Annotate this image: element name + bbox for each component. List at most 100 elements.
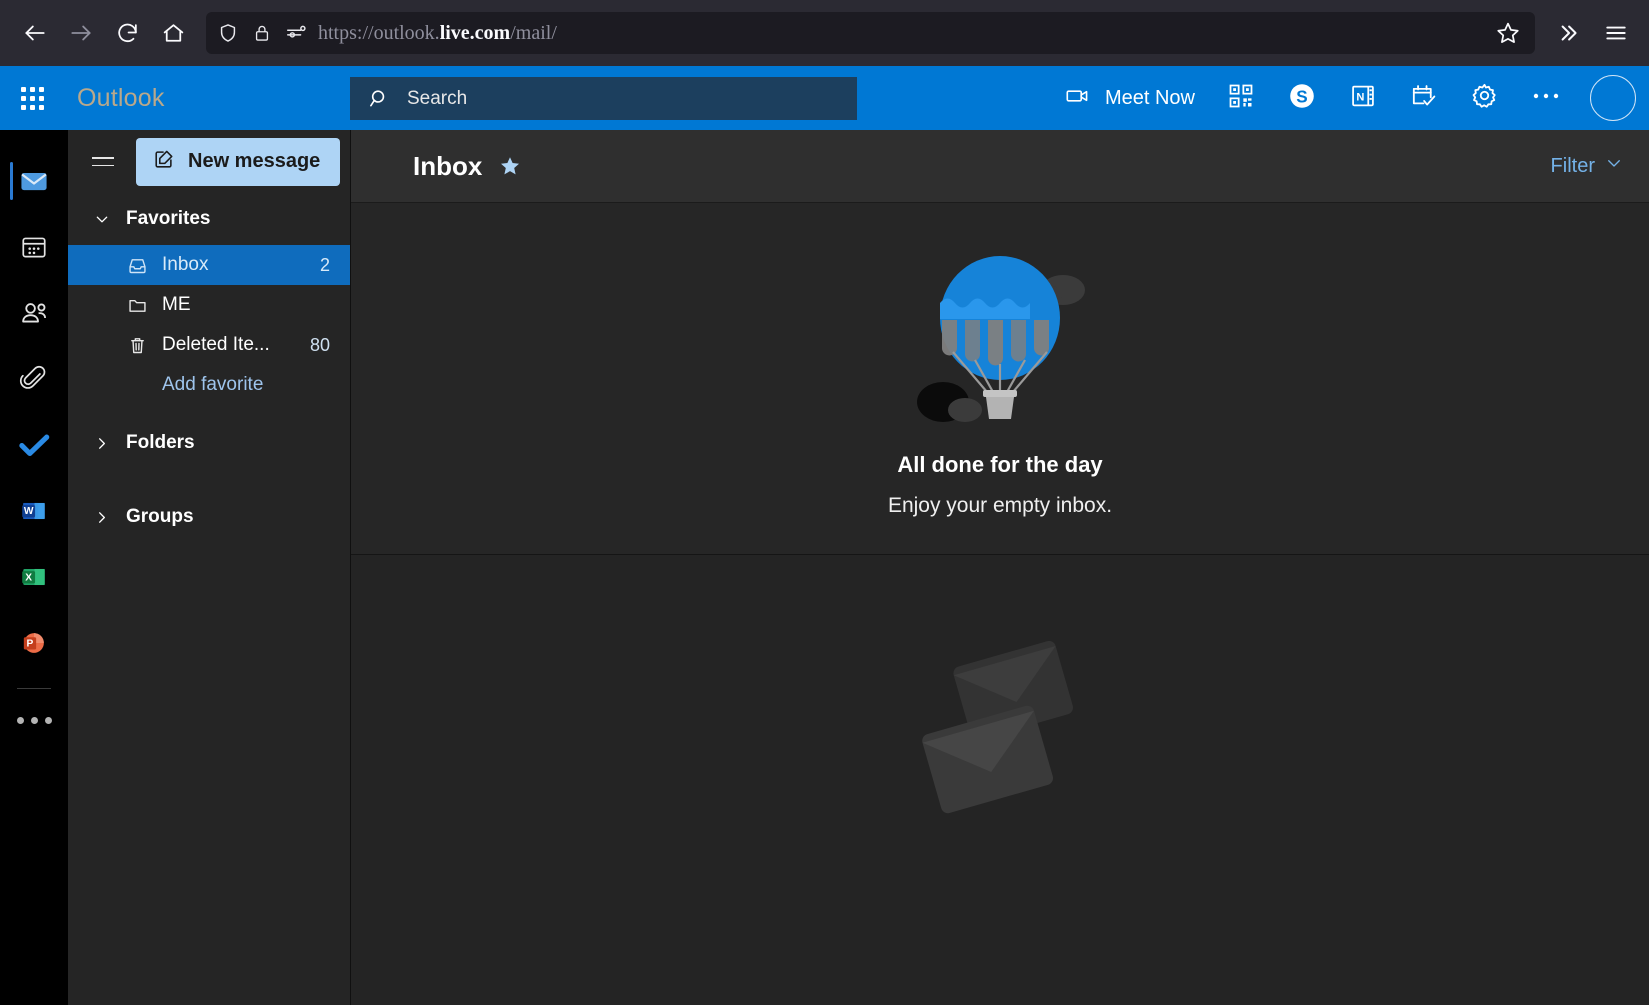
- folder-pane: New message Favorites Inbox 2 ME Deleted…: [68, 130, 350, 1005]
- bookmark-star-icon[interactable]: [1491, 16, 1525, 50]
- video-camera-icon: [1063, 81, 1093, 116]
- url-text[interactable]: https://outlook.live.com/mail/: [318, 22, 1481, 45]
- rail-item-people[interactable]: [0, 280, 68, 346]
- paperclip-icon: [19, 365, 46, 389]
- word-icon: W: [22, 502, 45, 520]
- suite-header: Outlook Search Meet Now S N: [0, 66, 1649, 130]
- avatar: [1590, 75, 1636, 121]
- chevron-down-icon: [1605, 154, 1623, 178]
- overflow-chevrons-icon[interactable]: [1549, 14, 1587, 52]
- nav-toggle-icon[interactable]: [82, 141, 124, 183]
- folder-name: Inbox: [162, 254, 209, 275]
- qr-code-button[interactable]: [1211, 66, 1271, 130]
- rail-item-word[interactable]: W: [0, 478, 68, 544]
- checkmark-icon: [19, 434, 50, 457]
- rail-item-calendar[interactable]: [0, 214, 68, 280]
- folder-item-inbox[interactable]: Inbox 2: [68, 245, 350, 285]
- inbox-icon: [126, 255, 148, 276]
- new-message-button[interactable]: New message: [136, 137, 341, 186]
- meet-now-label: Meet Now: [1104, 86, 1195, 109]
- url-prefix: https://outlook.: [318, 21, 440, 44]
- gear-icon: [1470, 81, 1499, 115]
- folder-item-deleted-items[interactable]: Deleted Ite... 80: [68, 325, 350, 365]
- message-list-empty-state: All done for the day Enjoy your empty in…: [351, 203, 1649, 555]
- rail-item-excel[interactable]: X: [0, 544, 68, 610]
- empty-state-title: All done for the day: [897, 451, 1103, 477]
- folder-icon: [126, 295, 148, 316]
- todo-calendar-check-icon: [1409, 81, 1438, 115]
- skype-icon: S: [1287, 81, 1317, 116]
- more-options-button[interactable]: [1515, 66, 1577, 130]
- back-button[interactable]: [14, 12, 56, 54]
- groups-label: Groups: [126, 506, 194, 527]
- main-column: Inbox Filter All done for the day Enjoy …: [350, 130, 1649, 1005]
- onenote-button[interactable]: N: [1333, 66, 1393, 130]
- compose-pencil-icon: [153, 148, 175, 176]
- ellipsis-icon: [1531, 89, 1561, 107]
- rail-item-to-do[interactable]: [0, 412, 68, 478]
- rail-item-files[interactable]: [0, 346, 68, 412]
- folder-name: ME: [162, 294, 191, 315]
- app-rail: W X P: [0, 130, 68, 1005]
- search-placeholder: Search: [407, 87, 468, 109]
- forward-button[interactable]: [60, 12, 102, 54]
- calendar-icon: [22, 237, 46, 258]
- svg-text:N: N: [1356, 91, 1364, 103]
- reading-pane: [351, 555, 1649, 1005]
- chevron-right-icon: [94, 509, 110, 526]
- people-icon: [22, 303, 46, 323]
- meet-now-button[interactable]: Meet Now: [1047, 66, 1211, 130]
- filter-label: Filter: [1550, 154, 1595, 177]
- browser-window: https://outlook.live.com/mail/ Outlook S…: [0, 0, 1649, 1005]
- onenote-icon: N: [1349, 82, 1377, 115]
- filter-button[interactable]: Filter: [1551, 154, 1623, 178]
- compose-row: New message: [68, 130, 350, 193]
- qr-code-icon: [1227, 82, 1255, 115]
- rail-divider: [17, 688, 51, 689]
- browser-chrome-right: [1549, 14, 1635, 52]
- outlook-brand-label[interactable]: Outlook: [77, 84, 165, 113]
- powerpoint-icon: P: [23, 633, 44, 653]
- url-suffix: /mail/: [510, 21, 557, 44]
- folder-count: 80: [309, 334, 330, 355]
- message-list-header: Inbox Filter: [351, 130, 1649, 203]
- two-envelopes-icon: [900, 625, 1100, 830]
- rail-more-apps-button[interactable]: [16, 695, 52, 745]
- suite-header-actions: Meet Now S N: [1047, 66, 1649, 130]
- svg-text:W: W: [24, 506, 34, 517]
- rail-item-powerpoint[interactable]: P: [0, 610, 68, 676]
- hamburger-menu-icon[interactable]: [1597, 14, 1635, 52]
- mail-envelope-icon: [21, 173, 47, 191]
- folder-count: 2: [319, 254, 330, 275]
- skype-button[interactable]: S: [1271, 66, 1333, 130]
- favorites-label: Favorites: [126, 208, 211, 229]
- rail-item-mail[interactable]: [0, 148, 68, 214]
- home-button[interactable]: [152, 12, 194, 54]
- folder-name: Deleted Ite...: [162, 334, 270, 355]
- chevron-right-icon: [94, 435, 110, 452]
- app-launcher-waffle-icon[interactable]: [0, 66, 64, 130]
- folders-label: Folders: [126, 432, 195, 453]
- svg-text:S: S: [1296, 86, 1307, 106]
- svg-text:P: P: [27, 638, 34, 649]
- page-title: Inbox: [413, 150, 483, 181]
- app-body: W X P New message Favorites Inbox 2 ME D…: [0, 130, 1649, 1005]
- search-input[interactable]: Search: [350, 77, 857, 120]
- settings-button[interactable]: [1454, 66, 1515, 130]
- account-avatar-button[interactable]: [1577, 66, 1649, 130]
- lock-icon[interactable]: [250, 21, 274, 45]
- folder-item-me[interactable]: ME: [68, 285, 350, 325]
- groups-section-header[interactable]: Groups: [68, 491, 350, 543]
- shield-icon[interactable]: [216, 21, 240, 45]
- to-do-button[interactable]: [1393, 66, 1454, 130]
- search-icon: [368, 87, 391, 110]
- browser-toolbar: https://outlook.live.com/mail/: [0, 0, 1649, 66]
- folders-section-header[interactable]: Folders: [68, 417, 350, 469]
- url-domain: live.com: [439, 21, 511, 44]
- reload-button[interactable]: [106, 12, 148, 54]
- favorites-section-header[interactable]: Favorites: [68, 193, 350, 245]
- add-favorite-button[interactable]: Add favorite: [68, 365, 350, 405]
- star-filled-icon[interactable]: [498, 154, 522, 178]
- address-bar[interactable]: https://outlook.live.com/mail/: [206, 12, 1535, 54]
- site-permissions-icon[interactable]: [284, 21, 308, 45]
